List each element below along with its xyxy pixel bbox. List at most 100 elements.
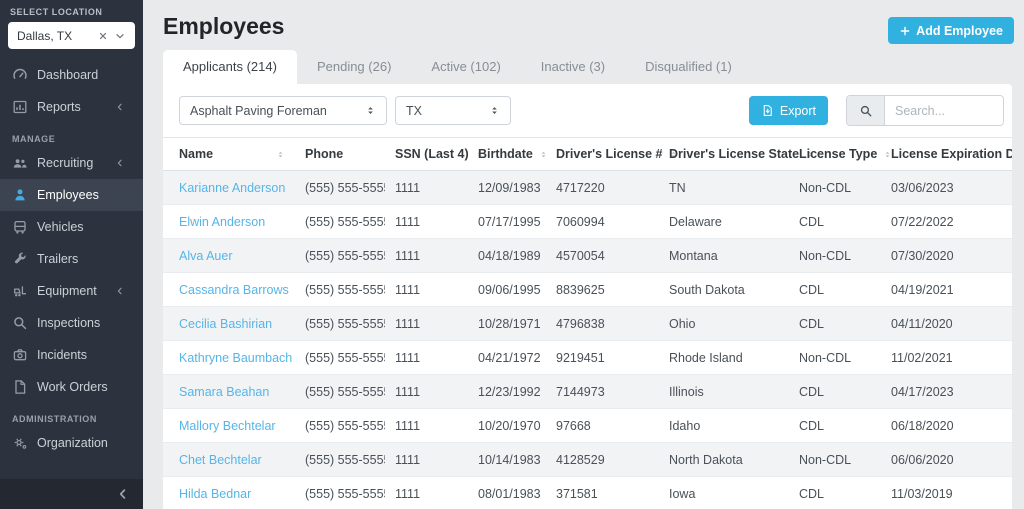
sidebar-item[interactable]: Trailers bbox=[0, 243, 143, 275]
employee-name-link[interactable]: Cassandra Barrows bbox=[179, 283, 289, 297]
sidebar-item[interactable]: Inspections bbox=[0, 307, 143, 339]
employee-name-link[interactable]: Hilda Bednar bbox=[179, 487, 251, 501]
cell-drivers-license-state: Montana bbox=[669, 248, 718, 263]
tab[interactable]: Applicants (214) bbox=[163, 50, 297, 84]
cell-name: Hilda Bednar bbox=[163, 477, 295, 509]
camera-icon bbox=[12, 347, 28, 363]
state-filter-select[interactable]: TX bbox=[395, 96, 511, 125]
cell-license-type: Non-CDL bbox=[799, 180, 852, 195]
column-header[interactable]: License Type bbox=[789, 138, 881, 171]
employee-name-link[interactable]: Kathryne Baumbach bbox=[179, 351, 292, 365]
add-employee-button[interactable]: Add Employee bbox=[888, 17, 1014, 44]
employee-name-link[interactable]: Karianne Anderson bbox=[179, 181, 285, 195]
table-row: Elwin Anderson (555) 555-5555 1111 07/17… bbox=[163, 204, 1012, 239]
cell-license-type: CDL bbox=[799, 316, 825, 331]
updown-icon bbox=[489, 105, 500, 116]
sidebar-section-header: ADMINISTRATION bbox=[12, 414, 97, 424]
sidebar-item[interactable]: Equipment bbox=[0, 275, 143, 307]
chevron-down-icon bbox=[114, 30, 126, 42]
tab[interactable]: Active (102) bbox=[411, 50, 520, 84]
chevron-collapsed-icon bbox=[115, 102, 131, 112]
cell-license-expiration: 11/03/2019 bbox=[891, 486, 953, 501]
search-group bbox=[846, 95, 1004, 126]
position-filter-value: Asphalt Paving Foreman bbox=[190, 103, 327, 118]
column-header[interactable]: Name bbox=[163, 138, 295, 171]
filter-row: Asphalt Paving Foreman TX Export bbox=[163, 84, 1012, 138]
employee-name-link[interactable]: Elwin Anderson bbox=[179, 215, 265, 229]
table-row: Samara Beahan (555) 555-5555 1111 12/23/… bbox=[163, 374, 1012, 409]
column-header[interactable]: License Expiration Date bbox=[881, 138, 1012, 171]
cell-phone: (555) 555-5555 bbox=[305, 452, 385, 467]
cell-license-expiration: 03/06/2023 bbox=[891, 180, 954, 195]
sidebar-item-label: Equipment bbox=[37, 284, 97, 298]
cell-birthdate: 10/28/1971 bbox=[478, 316, 541, 331]
state-filter-value: TX bbox=[406, 103, 422, 118]
cell-ssn-last4: 1111 bbox=[395, 248, 421, 263]
bus-icon bbox=[12, 219, 28, 235]
sidebar-item-label: Recruiting bbox=[37, 156, 94, 170]
column-header[interactable]: Driver's License State bbox=[659, 138, 789, 171]
cell-birthdate: 08/01/1983 bbox=[478, 486, 541, 501]
sidebar-item[interactable]: Incidents bbox=[0, 339, 143, 371]
column-header[interactable]: Birthdate bbox=[468, 138, 546, 171]
cell-drivers-license-number: 97668 bbox=[556, 418, 591, 433]
employee-name-link[interactable]: Samara Beahan bbox=[179, 385, 269, 399]
position-filter-select[interactable]: Asphalt Paving Foreman bbox=[179, 96, 387, 125]
employee-name-link[interactable]: Mallory Bechtelar bbox=[179, 419, 276, 433]
cell-license-expiration: 06/06/2020 bbox=[891, 452, 954, 467]
sidebar-item[interactable]: Work Orders bbox=[0, 371, 143, 403]
cell-name: Mallory Bechtelar bbox=[163, 409, 295, 443]
magnifier-icon bbox=[12, 315, 28, 331]
content-card: Asphalt Paving Foreman TX Export Search.… bbox=[163, 84, 1012, 509]
cell-name: Cassandra Barrows bbox=[163, 273, 295, 307]
sidebar-item-label: Reports bbox=[37, 100, 81, 114]
cell-license-type: CDL bbox=[799, 486, 825, 501]
cell-birthdate: 09/06/1995 bbox=[478, 282, 541, 297]
cell-name: Cecilia Bashirian bbox=[163, 307, 295, 341]
cell-license-type: CDL bbox=[799, 384, 825, 399]
page-header: Employees Add Employee Applicants (214) … bbox=[143, 0, 1024, 84]
export-button[interactable]: Export bbox=[748, 96, 828, 125]
file-icon bbox=[12, 379, 28, 395]
sidebar-collapse-button[interactable] bbox=[0, 479, 143, 509]
cell-drivers-license-number: 7144973 bbox=[556, 384, 605, 399]
wrench-icon bbox=[12, 251, 28, 267]
sidebar-item[interactable]: Employees bbox=[0, 179, 143, 211]
cell-ssn-last4: 1111 bbox=[395, 214, 421, 229]
location-select[interactable]: Dallas, TX bbox=[8, 22, 135, 49]
cell-drivers-license-state: Idaho bbox=[669, 418, 701, 433]
cell-name: Samara Beahan bbox=[163, 375, 295, 409]
sidebar-item[interactable]: Reports bbox=[0, 91, 143, 123]
cell-phone: (555) 555-5555 bbox=[305, 214, 385, 229]
sidebar-item-label: Vehicles bbox=[37, 220, 84, 234]
sidebar-item[interactable]: Vehicles bbox=[0, 211, 143, 243]
cell-phone: (555) 555-5555 bbox=[305, 418, 385, 433]
tab[interactable]: Pending (26) bbox=[297, 50, 411, 84]
tab[interactable]: Inactive (3) bbox=[521, 50, 625, 84]
cell-ssn-last4: 1111 bbox=[395, 452, 421, 467]
column-header[interactable]: Driver's License # bbox=[546, 138, 659, 171]
cell-drivers-license-state: Ohio bbox=[669, 316, 696, 331]
employee-name-link[interactable]: Cecilia Bashirian bbox=[179, 317, 272, 331]
main-content: Employees Add Employee Applicants (214) … bbox=[143, 0, 1024, 509]
cell-license-type: Non-CDL bbox=[799, 350, 852, 365]
employee-name-link[interactable]: Chet Bechtelar bbox=[179, 453, 262, 467]
sidebar-item[interactable]: Organization bbox=[0, 427, 143, 459]
cell-drivers-license-state: South Dakota bbox=[669, 282, 745, 297]
cell-birthdate: 07/17/1995 bbox=[478, 214, 541, 229]
x-icon[interactable] bbox=[97, 30, 109, 42]
employee-name-link[interactable]: Alva Auer bbox=[179, 249, 233, 263]
sidebar-item[interactable]: Dashboard bbox=[0, 59, 143, 91]
cell-birthdate: 10/14/1983 bbox=[478, 452, 541, 467]
cell-ssn-last4: 1111 bbox=[395, 316, 421, 331]
sidebar-item[interactable]: Recruiting bbox=[0, 147, 143, 179]
cell-drivers-license-number: 9219451 bbox=[556, 350, 605, 365]
table-row: Chet Bechtelar (555) 555-5555 1111 10/14… bbox=[163, 442, 1012, 477]
tab[interactable]: Disqualified (1) bbox=[625, 50, 752, 84]
cell-phone: (555) 555-5555 bbox=[305, 316, 385, 331]
table-header-row: Name Phone SSN (Last 4) Birthdate Driver… bbox=[163, 138, 1012, 171]
column-header[interactable]: SSN (Last 4) bbox=[385, 138, 468, 171]
table-row: Karianne Anderson (555) 555-5555 1111 12… bbox=[163, 170, 1012, 205]
cell-drivers-license-number: 4570054 bbox=[556, 248, 605, 263]
search-input[interactable] bbox=[885, 96, 1003, 125]
